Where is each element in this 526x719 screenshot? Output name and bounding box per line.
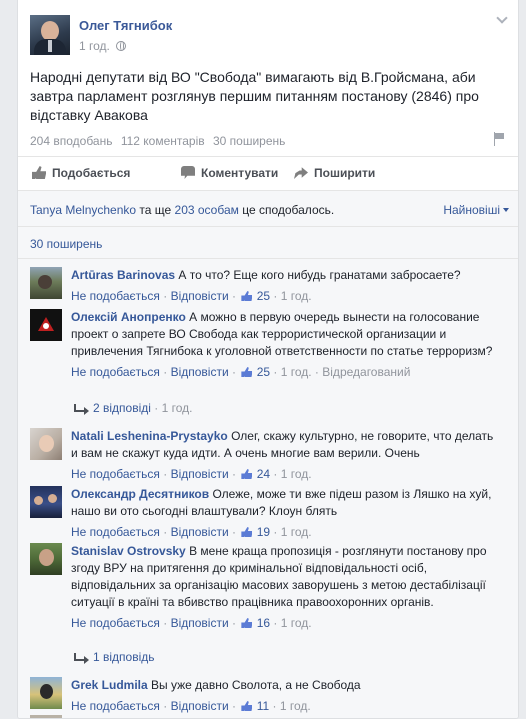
mini-like-icon (241, 701, 253, 711)
share-button[interactable]: Поширити (294, 166, 375, 180)
commenter-avatar[interactable] (30, 543, 62, 575)
mini-like-icon (241, 469, 253, 479)
shares-bar: 30 поширень (18, 226, 518, 258)
post-timestamp[interactable]: 1 год. (79, 39, 126, 53)
sort-dropdown[interactable]: Найновіші (443, 203, 509, 217)
post-time-text[interactable]: 1 год. (79, 39, 110, 53)
flag-icon[interactable] (493, 132, 505, 146)
comment-text: А то что? Еще кого нибудь гранатами забр… (178, 268, 461, 282)
like-icon (32, 166, 46, 179)
mini-like-icon (241, 527, 253, 537)
edited-label[interactable]: Відредагований (322, 365, 410, 379)
mini-like-icon (241, 367, 253, 377)
like-button[interactable]: Подобається (32, 166, 130, 180)
comment-label: Коментувати (201, 166, 279, 180)
comments-count-link[interactable]: 112 коментарів (121, 134, 205, 148)
likes-count-link[interactable]: 204 вподобань (30, 134, 112, 148)
author-avatar[interactable] (30, 15, 70, 55)
comment-meta: Не подобається · Відповісти · 11 · 1 год… (71, 699, 311, 713)
commenter-name[interactable]: Олексій Анопренко (71, 310, 186, 324)
replies-label[interactable]: 1 відповідь (93, 650, 155, 664)
reply-arrow-icon (74, 653, 89, 664)
likes-summary-middle: та ще (136, 203, 175, 217)
likers-others-link[interactable]: 203 особам (175, 203, 239, 217)
reply-arrow-icon (74, 404, 89, 415)
comment-time[interactable]: 1 год. (281, 525, 312, 539)
commenter-avatar[interactable] (30, 715, 62, 718)
unlike-link[interactable]: Не подобається (71, 616, 160, 630)
comment-likes[interactable]: 24 (239, 467, 270, 481)
reply-link[interactable]: Відповісти (171, 365, 229, 379)
comment-likes-count: 24 (256, 467, 271, 481)
chevron-down-icon[interactable] (497, 16, 507, 26)
reply-link[interactable]: Відповісти (171, 289, 229, 303)
like-label: Подобається (52, 166, 131, 180)
globe-icon (115, 41, 126, 51)
comment-meta: Не подобається · Відповісти · 16 · 1 год… (71, 616, 312, 630)
replies-time: 1 год. (161, 401, 193, 415)
liker-name-link[interactable]: Tanya Melnychenko (30, 203, 136, 217)
comment-likes[interactable]: 16 (239, 616, 270, 630)
reply-link[interactable]: Відповісти (171, 699, 229, 713)
shares-count-link[interactable]: 30 поширень (213, 134, 285, 148)
post-text: Народні депутати від ВО "Свобода" вимага… (30, 69, 479, 123)
shares-link[interactable]: 30 поширень (30, 237, 102, 251)
commenter-avatar[interactable] (30, 309, 62, 341)
unlike-link[interactable]: Не подобається (71, 525, 160, 539)
commenter-name[interactable]: Stanislav Ostrovsky (71, 544, 186, 558)
post-header: Олег Тягнибок 1 год. (18, 0, 518, 64)
comments-list: Artūras Barinovas А то что? Еще кого ниб… (18, 258, 518, 718)
mini-like-icon (241, 291, 253, 301)
share-icon (294, 167, 308, 179)
comment-meta: Не подобається · Відповісти · 25 · 1 год… (71, 365, 411, 379)
reply-link[interactable]: Відповісти (171, 525, 229, 539)
comment-likes-count: 19 (256, 525, 271, 539)
commenter-avatar[interactable] (30, 267, 62, 299)
mini-like-icon (241, 618, 253, 628)
post-card: Олег Тягнибок 1 год. Народні депутати ві… (17, 0, 519, 719)
comment-likes[interactable]: 25 (239, 365, 270, 379)
reply-link[interactable]: Відповісти (171, 616, 229, 630)
commenter-name[interactable]: Artūras Barinovas (71, 268, 175, 282)
post-actions: Подобається Коментувати Поширити (18, 156, 518, 190)
comment-likes[interactable]: 25 (239, 289, 270, 303)
comment-meta: Не подобається · Відповісти · 19 · 1 год… (71, 525, 312, 539)
view-replies-link[interactable]: 2 відповіді · 1 год. (74, 401, 192, 415)
commenter-name[interactable]: Олександр Десятников (71, 487, 209, 501)
comment-likes[interactable]: 19 (239, 525, 270, 539)
reply-link[interactable]: Відповісти (171, 467, 229, 481)
comment-likes-count: 25 (256, 365, 271, 379)
post-author[interactable]: Олег Тягнибок (79, 18, 172, 33)
comment-time[interactable]: 1 год. (281, 616, 312, 630)
likes-summary: Tanya Melnychenko та ще 203 особам це сп… (30, 203, 334, 217)
comment-time[interactable]: 1 год. (281, 467, 312, 481)
replies-label[interactable]: 2 відповіді (93, 401, 151, 415)
unlike-link[interactable]: Не подобається (71, 467, 160, 481)
commenter-avatar[interactable] (30, 486, 62, 518)
share-label: Поширити (314, 166, 376, 180)
comment-meta: Не подобається · Відповісти · 25 · 1 год… (71, 289, 312, 303)
comment-likes[interactable]: 11 (239, 699, 269, 713)
unlike-link[interactable]: Не подобається (71, 365, 160, 379)
comment-likes-count: 11 (256, 699, 270, 713)
commenter-avatar[interactable] (30, 677, 62, 709)
comment-meta: Не подобається · Відповісти · 24 · 1 год… (71, 467, 312, 481)
comment-text: Вы уже давно Сволота, а не Свобода (151, 678, 361, 692)
view-replies-link[interactable]: 1 відповідь (74, 650, 155, 664)
comment-button[interactable]: Коментувати (181, 166, 278, 180)
comment-icon (181, 166, 195, 179)
commenter-avatar[interactable] (30, 428, 62, 460)
unlike-link[interactable]: Не подобається (71, 699, 160, 713)
likes-summary-bar: Tanya Melnychenko та ще 203 особам це сп… (18, 190, 518, 226)
likes-summary-tail: це сподобалось. (238, 203, 335, 217)
commenter-name[interactable]: Grek Ludmila (71, 678, 148, 692)
comment-time[interactable]: 1 год. (281, 365, 312, 379)
comment-likes-count: 25 (256, 289, 271, 303)
unlike-link[interactable]: Не подобається (71, 289, 160, 303)
comment-time[interactable]: 1 год. (280, 699, 311, 713)
comment-likes-count: 16 (256, 616, 271, 630)
commenter-name[interactable]: Natali Leshenina-Prystayko (71, 429, 228, 443)
comment-time[interactable]: 1 год. (281, 289, 312, 303)
post-stats: 204 вподобань 112 коментарів 30 поширень (30, 134, 290, 148)
